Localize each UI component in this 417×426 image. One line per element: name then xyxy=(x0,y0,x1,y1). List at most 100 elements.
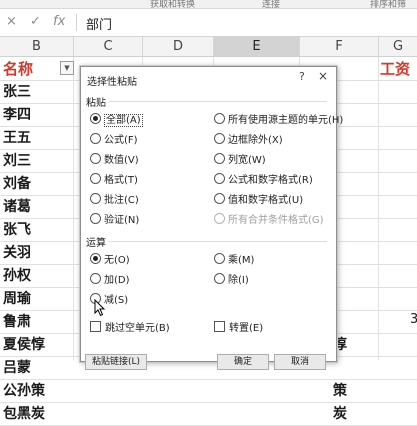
paste-section-label: 粘贴 xyxy=(86,98,106,109)
operation-section-label: 运算 xyxy=(86,238,106,249)
name-cell[interactable]: 包黑炭 xyxy=(3,403,45,423)
paste-link-button[interactable]: 粘贴链接(L) xyxy=(85,354,147,370)
name-cell[interactable]: 公孙策 xyxy=(3,380,45,400)
radio-label: 值和数字格式(U) xyxy=(228,195,304,206)
formula-bar: × ✓ fx 部门 xyxy=(0,9,417,37)
radio-operation-none[interactable]: 无(O) xyxy=(90,253,130,267)
checkbox-label: 转置(E) xyxy=(229,323,264,334)
radio-label: 加(D) xyxy=(104,275,130,286)
radio-label: 乘(M) xyxy=(228,255,255,266)
check-icon[interactable]: ✓ xyxy=(30,14,41,29)
header-cell-salary[interactable]: 工资 xyxy=(380,58,410,79)
checkbox-indicator[interactable] xyxy=(90,321,101,332)
column-header-f[interactable]: F xyxy=(300,37,379,56)
function-icon[interactable]: fx xyxy=(53,14,65,29)
radio-label: 公式和数字格式(R) xyxy=(228,175,313,186)
radio-indicator[interactable] xyxy=(90,193,101,204)
name-cell[interactable]: 鲁肃 xyxy=(3,311,31,331)
radio-operation-add[interactable]: 加(D) xyxy=(90,273,130,287)
radio-indicator[interactable] xyxy=(214,273,225,284)
radio-indicator[interactable] xyxy=(214,133,225,144)
radio-paste-merge-conditional-formats: 所有合并条件格式(G) xyxy=(214,213,324,227)
radio-indicator[interactable] xyxy=(90,173,101,184)
header-cell-name[interactable]: 名称 xyxy=(3,58,33,79)
radio-paste-validation[interactable]: 验证(N) xyxy=(90,213,139,227)
column-header-c[interactable]: C xyxy=(74,37,143,56)
checkbox-transpose[interactable]: 转置(E) xyxy=(214,321,263,335)
radio-label: 公式(F) xyxy=(104,135,138,146)
radio-paste-column-widths[interactable]: 列宽(W) xyxy=(214,153,266,167)
radio-indicator[interactable] xyxy=(214,193,225,204)
radio-label: 边框除外(X) xyxy=(228,135,283,146)
formula-input[interactable]: 部门 xyxy=(86,14,112,33)
checkbox-skip-blanks[interactable]: 跳过空单元(B) xyxy=(90,321,170,335)
radio-paste-values[interactable]: 数值(V) xyxy=(90,153,139,167)
radio-paste-formats[interactable]: 格式(T) xyxy=(90,173,138,187)
help-icon[interactable]: ? xyxy=(299,70,305,83)
overflow-text-cell[interactable]: 炭 xyxy=(333,403,347,423)
table-row[interactable]: 公孙策 策 xyxy=(0,379,417,403)
column-header-row: B C D E F G xyxy=(0,37,417,57)
table-row[interactable]: 包黑炭 炭 xyxy=(0,402,417,426)
radio-indicator xyxy=(214,213,225,224)
name-cell[interactable]: 夏侯惇 xyxy=(3,334,45,354)
radio-paste-values-number-formats[interactable]: 值和数字格式(U) xyxy=(214,193,303,207)
radio-indicator[interactable] xyxy=(214,113,225,124)
name-cell[interactable]: 张飞 xyxy=(3,219,31,239)
radio-paste-comments[interactable]: 批注(C) xyxy=(90,193,139,207)
radio-indicator[interactable] xyxy=(90,253,101,264)
radio-label: 减(S) xyxy=(104,295,129,306)
radio-paste-formulas[interactable]: 公式(F) xyxy=(90,133,138,147)
radio-operation-divide[interactable]: 除(I) xyxy=(214,273,249,287)
ok-button[interactable]: 确定 xyxy=(217,354,269,370)
radio-label: 批注(C) xyxy=(104,195,139,206)
radio-paste-source-theme[interactable]: 所有使用源主题的单元(H) xyxy=(214,113,343,127)
ribbon-strip: 获取和转换 连接 排序和筛 xyxy=(0,0,417,10)
section-divider xyxy=(109,241,327,242)
radio-paste-except-borders[interactable]: 边框除外(X) xyxy=(214,133,283,147)
filter-dropdown-icon[interactable]: ▼ xyxy=(60,61,74,75)
salary-cell[interactable]: 3 xyxy=(410,312,417,327)
checkbox-indicator[interactable] xyxy=(214,321,225,332)
column-header-d[interactable]: D xyxy=(143,37,214,56)
name-cell[interactable]: 刘三 xyxy=(3,150,31,170)
radio-indicator[interactable] xyxy=(90,273,101,284)
name-cell[interactable]: 吕蒙 xyxy=(3,357,31,377)
radio-label: 全部(A) xyxy=(104,114,143,127)
radio-indicator[interactable] xyxy=(90,153,101,164)
radio-indicator[interactable] xyxy=(214,173,225,184)
name-cell[interactable]: 周瑜 xyxy=(3,288,31,308)
radio-indicator[interactable] xyxy=(214,153,225,164)
radio-operation-multiply[interactable]: 乘(M) xyxy=(214,253,254,267)
radio-indicator[interactable] xyxy=(90,133,101,144)
column-header-e[interactable]: E xyxy=(214,37,300,56)
name-cell[interactable]: 刘备 xyxy=(3,173,31,193)
radio-label: 格式(T) xyxy=(104,175,138,186)
close-icon[interactable]: × xyxy=(318,69,328,83)
radio-label: 无(O) xyxy=(104,255,130,266)
radio-label: 所有使用源主题的单元(H) xyxy=(228,115,344,126)
radio-label: 除(I) xyxy=(228,275,249,286)
overflow-text-cell[interactable]: 策 xyxy=(333,380,347,400)
formula-bar-divider xyxy=(76,14,77,31)
column-header-b[interactable]: B xyxy=(0,37,74,56)
radio-paste-formulas-number-formats[interactable]: 公式和数字格式(R) xyxy=(214,173,313,187)
radio-label: 列宽(W) xyxy=(228,155,266,166)
paste-special-dialog[interactable]: 选择性粘贴 ? × 粘贴 全部(A) 公式(F) 数值(V) 格式(T) 批注(… xyxy=(80,66,343,370)
name-cell[interactable]: 孙权 xyxy=(3,265,31,285)
dialog-title: 选择性粘贴 xyxy=(87,77,137,88)
name-cell[interactable]: 王五 xyxy=(3,127,31,147)
radio-indicator[interactable] xyxy=(90,213,101,224)
cancel-icon[interactable]: × xyxy=(6,14,17,29)
radio-indicator[interactable] xyxy=(214,253,225,264)
name-cell[interactable]: 诸葛 xyxy=(3,196,31,216)
column-header-g[interactable]: G xyxy=(379,37,417,56)
name-cell[interactable]: 关羽 xyxy=(3,242,31,262)
radio-paste-all[interactable]: 全部(A) xyxy=(90,113,143,127)
cancel-button[interactable]: 取消 xyxy=(274,354,326,370)
radio-label: 数值(V) xyxy=(104,155,139,166)
radio-indicator[interactable] xyxy=(90,113,101,124)
radio-label: 所有合并条件格式(G) xyxy=(228,215,324,226)
name-cell[interactable]: 李四 xyxy=(3,104,31,124)
name-cell[interactable]: 张三 xyxy=(3,81,31,101)
